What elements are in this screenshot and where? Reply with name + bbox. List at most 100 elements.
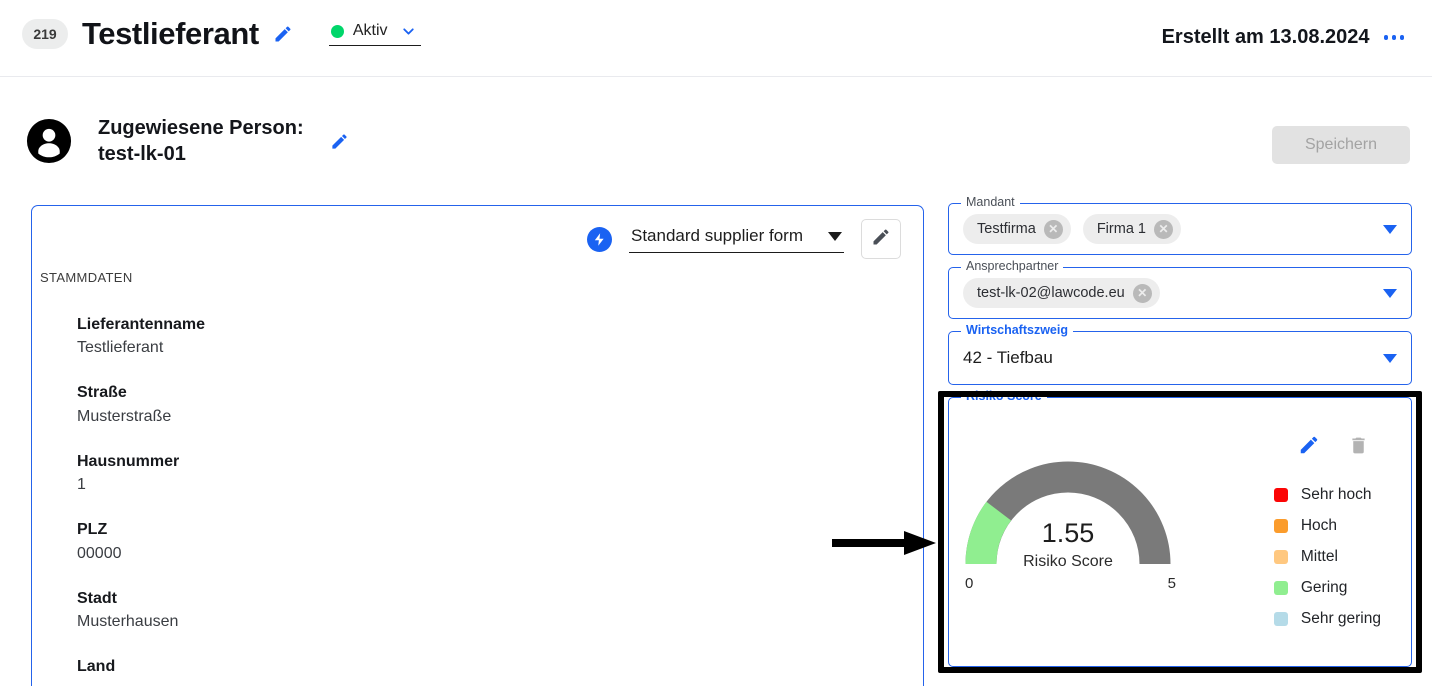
field-label: Straße	[77, 384, 127, 402]
more-horizontal-icon[interactable]	[1383, 35, 1404, 40]
field-label: Hausnummer	[77, 452, 180, 470]
pencil-icon	[871, 227, 891, 252]
status-select[interactable]: Aktiv	[328, 22, 421, 46]
chip[interactable]: test-lk-02@lawcode.eu ✕	[963, 278, 1160, 308]
right-arrow-annotation	[832, 531, 936, 555]
legend-item: Sehr hoch	[1273, 486, 1381, 504]
gauge-chart: 1.55 Risiko Score	[965, 461, 1171, 570]
risiko-gauge: 1.55 Risiko Score 0 5	[963, 460, 1178, 592]
chip[interactable]: Firma 1 ✕	[1082, 214, 1181, 244]
created-date: Erstellt am 13.08.2024	[1161, 26, 1370, 48]
ansprechpartner-chips: test-lk-02@lawcode.eu ✕	[963, 278, 1375, 308]
chip-label: test-lk-02@lawcode.eu	[977, 285, 1125, 301]
assigned-person-name: test-lk-01	[98, 143, 186, 166]
page-title: Testlieferant	[82, 16, 259, 51]
gauge-value-text: 1.55	[1042, 518, 1095, 548]
field-stadt: Stadt Musterhausen	[77, 587, 205, 635]
legend-label: Gering	[1300, 579, 1348, 596]
chip[interactable]: Testfirma ✕	[963, 214, 1071, 244]
field-value: Musterhausen	[77, 613, 179, 631]
gauge-value-arc	[965, 501, 1012, 565]
legend-swatch-icon	[1273, 581, 1288, 595]
wirtschaftszweig-value: 42 - Tiefbau	[963, 348, 1053, 367]
pencil-icon[interactable]	[273, 24, 293, 44]
account-circle-icon	[26, 119, 72, 164]
dropdown-caret-icon[interactable]	[828, 226, 842, 246]
legend-label: Sehr hoch	[1300, 486, 1372, 503]
header-right-group: Erstellt am 13.08.2024	[1162, 26, 1404, 49]
pencil-icon[interactable]	[330, 132, 349, 151]
form-template-value: Standard supplier form	[631, 225, 803, 245]
status-dot-icon	[330, 24, 344, 38]
field-value: Testlieferant	[77, 339, 164, 357]
assigned-person-title: Zugewiesene Person:	[98, 117, 304, 139]
wirtschaftszweig-label: Wirtschaftszweig	[961, 324, 1073, 337]
record-id-badge: 219	[22, 19, 68, 49]
status-value: Aktiv	[352, 22, 388, 39]
stammdaten-field-list: Lieferantenname Testlieferant Straße Mus…	[77, 313, 205, 686]
field-label: Land	[77, 658, 116, 676]
mandant-chips: Testfirma ✕ Firma 1 ✕	[963, 214, 1375, 244]
risiko-score-actions	[1298, 434, 1369, 461]
field-strasse: Straße Musterstraße	[77, 381, 205, 429]
header-left-group: 219 Testlieferant Aktiv	[22, 16, 421, 52]
legend-label: Hoch	[1300, 517, 1338, 534]
gauge-min-label: 0	[965, 575, 974, 592]
ansprechpartner-field[interactable]: Ansprechpartner test-lk-02@lawcode.eu ✕	[948, 260, 1412, 319]
risiko-score-wrapper: Risiko Score 1.55 Risiko Score 0 5 Sehr …	[938, 390, 1422, 673]
mandant-field[interactable]: Mandant Testfirma ✕ Firma 1 ✕	[948, 196, 1412, 255]
risiko-legend: Sehr hoch Hoch Mittel Gering Sehr gering	[1273, 486, 1381, 628]
field-value: 1	[77, 476, 86, 494]
field-label: Lieferantenname	[77, 316, 206, 333]
field-land: Land	[77, 655, 205, 678]
dropdown-caret-icon[interactable]	[1383, 224, 1397, 234]
legend-item: Mittel	[1273, 548, 1381, 566]
legend-swatch-icon	[1273, 519, 1288, 533]
close-icon[interactable]: ✕	[1132, 283, 1152, 303]
legend-swatch-icon	[1273, 550, 1288, 564]
header-divider	[0, 76, 1432, 77]
edit-form-button[interactable]	[861, 219, 901, 259]
legend-item: Hoch	[1273, 517, 1381, 535]
field-plz: PLZ 00000	[77, 518, 205, 566]
pencil-icon[interactable]	[1298, 434, 1320, 461]
dropdown-caret-icon[interactable]	[1383, 353, 1397, 363]
chevron-down-icon[interactable]	[400, 23, 417, 40]
trash-icon[interactable]	[1348, 435, 1369, 461]
form-toolbar: Standard supplier form	[587, 219, 901, 259]
assigned-person-row: Zugewiesene Person: test-lk-01	[26, 115, 349, 168]
gauge-max-label: 5	[1167, 575, 1176, 592]
wirtschaftszweig-field[interactable]: Wirtschaftszweig 42 - Tiefbau	[948, 324, 1412, 385]
close-icon[interactable]: ✕	[1043, 219, 1063, 239]
form-template-select[interactable]: Standard supplier form	[629, 226, 844, 253]
close-icon[interactable]: ✕	[1153, 219, 1173, 239]
gauge-title-text: Risiko Score	[1023, 553, 1113, 570]
chip-label: Testfirma	[977, 221, 1036, 237]
field-value: 00000	[77, 544, 122, 562]
field-label: Stadt	[77, 589, 117, 607]
section-title-stammdaten: STAMMDATEN	[40, 270, 133, 285]
legend-swatch-icon	[1273, 612, 1288, 626]
field-hausnummer: Hausnummer 1	[77, 450, 205, 498]
field-value: Musterstraße	[77, 407, 172, 425]
legend-item: Sehr gering	[1273, 610, 1381, 628]
chip-label: Firma 1	[1096, 221, 1146, 237]
right-column: Mandant Testfirma ✕ Firma 1 ✕ Ansprechpa…	[938, 196, 1422, 679]
legend-label: Mittel	[1300, 548, 1338, 565]
gauge-ticks: 0 5	[963, 575, 1178, 592]
mandant-label: Mandant	[961, 196, 1020, 209]
risiko-score-label: Risiko Score	[961, 390, 1047, 403]
legend-swatch-icon	[1273, 488, 1288, 502]
risiko-score-field: Risiko Score 1.55 Risiko Score 0 5 Sehr …	[948, 390, 1412, 667]
field-label: PLZ	[77, 521, 108, 539]
assigned-person-label: Zugewiesene Person: test-lk-01	[98, 115, 304, 168]
save-button[interactable]: Speichern	[1272, 126, 1410, 164]
page-header: 219 Testlieferant Aktiv Erstellt am 13.0…	[0, 0, 1432, 77]
field-lieferantenname: Lieferantenname Testlieferant	[77, 313, 205, 361]
dropdown-caret-icon[interactable]	[1383, 288, 1397, 298]
supplier-detail-page: 219 Testlieferant Aktiv Erstellt am 13.0…	[0, 0, 1432, 686]
ansprechpartner-label: Ansprechpartner	[961, 260, 1064, 273]
lightning-bolt-icon[interactable]	[587, 226, 612, 252]
legend-label: Sehr gering	[1300, 610, 1381, 627]
legend-item: Gering	[1273, 579, 1381, 597]
